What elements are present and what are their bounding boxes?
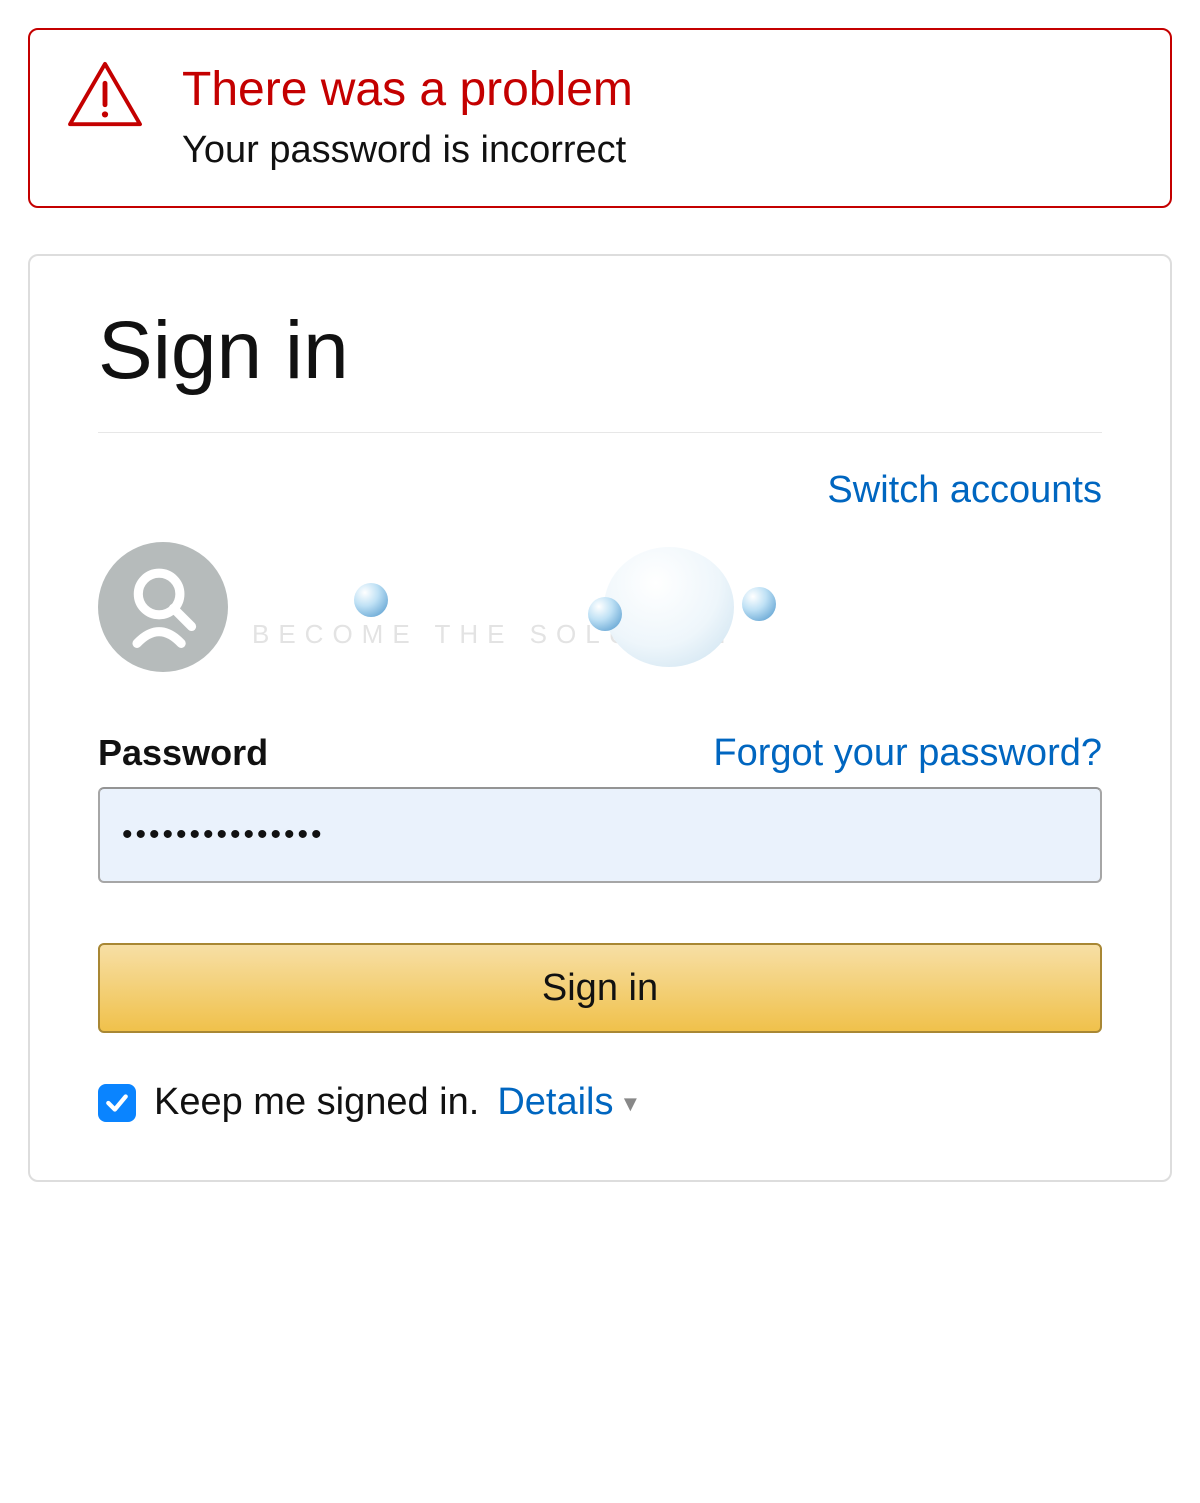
avatar-icon <box>98 542 228 672</box>
keep-signed-checkbox[interactable] <box>98 1084 136 1122</box>
switch-accounts-link[interactable]: Switch accounts <box>827 469 1102 511</box>
account-row: BECOME THE SOLUTION <box>98 542 1102 672</box>
account-watermark: BECOME THE SOLUTION <box>264 547 1102 667</box>
page-title: Sign in <box>98 304 1102 432</box>
divider <box>98 432 1102 433</box>
alert-message: Your password is incorrect <box>182 129 633 172</box>
signin-button[interactable]: Sign in <box>98 943 1102 1033</box>
password-input[interactable] <box>98 787 1102 883</box>
details-link[interactable]: Details▼ <box>497 1081 641 1124</box>
alert-title: There was a problem <box>182 62 633 117</box>
error-alert: There was a problem Your password is inc… <box>28 28 1172 208</box>
orb-icon <box>354 583 388 617</box>
password-label: Password <box>98 732 268 774</box>
orb-icon <box>742 587 776 621</box>
signin-card: Sign in Switch accounts BECOME THE SOLUT… <box>28 254 1172 1182</box>
forgot-password-link[interactable]: Forgot your password? <box>713 732 1102 775</box>
caret-down-icon: ▼ <box>619 1091 641 1117</box>
keep-signed-label: Keep me signed in. <box>154 1081 479 1124</box>
warning-icon <box>66 60 144 135</box>
orb-icon <box>588 597 622 631</box>
orb-icon <box>604 547 734 667</box>
